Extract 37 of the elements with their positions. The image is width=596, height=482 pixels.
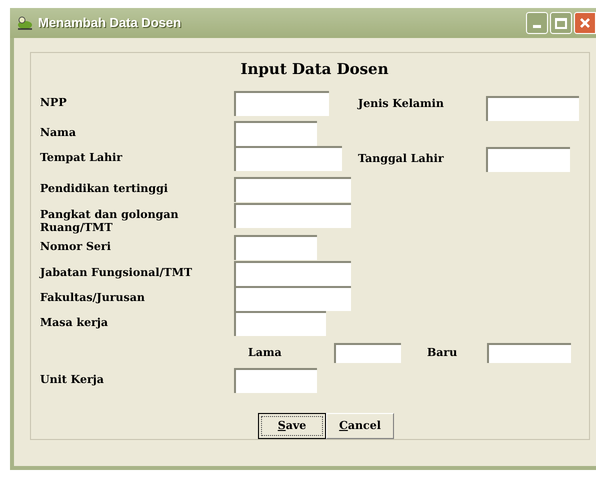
input-field[interactable]	[234, 120, 317, 146]
field-label: Tempat Lahir	[40, 150, 124, 164]
field-label: Fakultas/Jurusan	[40, 290, 146, 304]
save-button[interactable]: Save	[258, 412, 326, 439]
close-icon	[579, 17, 591, 29]
input-field[interactable]	[234, 177, 351, 202]
field-label: Nama	[40, 124, 77, 139]
input-field[interactable]	[334, 343, 401, 364]
field-label: Baru	[426, 345, 458, 362]
input-field[interactable]	[234, 310, 326, 336]
input-field[interactable]	[234, 203, 351, 228]
field-label: Pangkat dan golongan Ruang/TMT	[40, 207, 180, 234]
input-field[interactable]	[486, 147, 570, 172]
input-field[interactable]	[234, 146, 342, 172]
field-label: Lama	[248, 345, 283, 362]
input-field[interactable]	[487, 343, 571, 364]
app-icon	[16, 15, 34, 31]
input-field[interactable]	[234, 260, 351, 286]
close-button[interactable]	[574, 12, 596, 34]
field-label: Jabatan Fungsional/TMT	[40, 264, 194, 279]
minimize-button[interactable]	[526, 12, 548, 34]
input-field[interactable]	[234, 235, 317, 260]
input-field[interactable]	[234, 90, 329, 116]
window-title: Menambah Data Dosen	[38, 14, 182, 32]
input-field[interactable]	[234, 368, 317, 393]
field-label: Masa kerja	[40, 314, 109, 329]
field-label: Nomor Seri	[40, 239, 112, 254]
cancel-button[interactable]: Cancel	[326, 412, 394, 439]
field-label: Tanggal Lahir	[358, 151, 445, 168]
input-field[interactable]	[486, 96, 579, 121]
form-title: Input Data Dosen	[240, 59, 390, 80]
field-label: NPP	[40, 94, 68, 109]
field-label: Pendidikan tertinggi	[40, 181, 169, 196]
maximize-button[interactable]	[550, 12, 572, 34]
input-field[interactable]	[234, 286, 351, 311]
field-label: Unit Kerja	[40, 372, 105, 386]
field-label: Jenis Kelamin	[358, 96, 445, 112]
